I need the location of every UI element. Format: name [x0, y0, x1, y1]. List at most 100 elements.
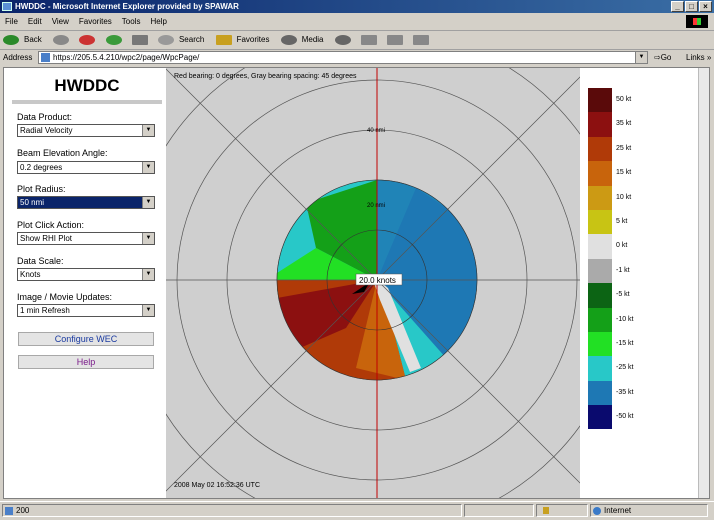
radar-plot[interactable]: 20.0 knots 40 nmi 20 nmi Red bearing: 0 …: [166, 68, 580, 498]
dropdown-arrow-icon: ▼: [142, 197, 154, 208]
menu-help[interactable]: Help: [145, 13, 171, 30]
go-arrow-icon: ⇨: [654, 53, 661, 62]
cursor-label: 20.0 knots: [359, 276, 396, 285]
colorbar-swatch: [588, 88, 612, 113]
search-button[interactable]: Search: [155, 31, 210, 49]
refresh-icon: [105, 34, 122, 45]
stop-icon: [79, 34, 96, 45]
edit-button[interactable]: [410, 31, 434, 49]
colorbar-label: -15 kt: [616, 339, 634, 347]
dropdown-arrow-icon: ▼: [142, 125, 154, 136]
menu-tools[interactable]: Tools: [117, 13, 146, 30]
colorbar-label: -10 kt: [616, 315, 634, 323]
data-scale-select[interactable]: Knots ▼: [17, 268, 155, 281]
status-bar: 200 Internet: [0, 501, 714, 520]
colorbar-label: 5 kt: [616, 217, 628, 225]
colorbar-swatch: [588, 380, 612, 406]
status-security: [536, 504, 588, 517]
search-icon: [157, 34, 174, 45]
menu-favorites[interactable]: Favorites: [74, 13, 117, 30]
radar-display[interactable]: 20.0 knots 40 nmi 20 nmi: [166, 68, 580, 498]
image-updates-label: Image / Movie Updates:: [17, 292, 113, 302]
back-button[interactable]: Back: [0, 31, 48, 49]
menu-view[interactable]: View: [47, 13, 74, 30]
refresh-button[interactable]: [103, 31, 127, 49]
app-title: HWDDC: [54, 76, 120, 95]
beam-elevation-label: Beam Elevation Angle:: [17, 148, 108, 158]
colorbar-swatch: [588, 209, 612, 235]
links-button[interactable]: Links »: [686, 50, 711, 66]
colorbar-swatch: [588, 331, 612, 357]
menu-edit[interactable]: Edit: [23, 13, 47, 30]
help-button[interactable]: Help: [18, 355, 154, 369]
beam-elevation-select[interactable]: 0.2 degrees ▼: [17, 161, 155, 174]
print-button[interactable]: [384, 31, 408, 49]
page-content: HWDDC Data Product: Radial Velocity ▼ Bea…: [3, 67, 710, 499]
home-button[interactable]: [129, 31, 153, 49]
plot-radius-label: Plot Radius:: [17, 184, 66, 194]
maximize-button[interactable]: □: [685, 1, 698, 12]
ring-label-20: 20 nmi: [367, 203, 385, 209]
favorites-button[interactable]: Favorites: [213, 31, 276, 49]
address-input[interactable]: https://205.5.4.210/wpc2/page/WpcPage/ ▼: [38, 51, 648, 64]
mail-icon: [360, 34, 377, 45]
address-url: https://205.5.4.210/wpc2/page/WpcPage/: [53, 53, 200, 62]
data-scale-label: Data Scale:: [17, 256, 64, 266]
close-button[interactable]: ×: [699, 1, 712, 12]
colorbar-label: 50 kt: [616, 96, 632, 103]
colorbar-label: 10 kt: [616, 193, 632, 201]
favorites-icon: [215, 34, 232, 45]
mail-button[interactable]: [358, 31, 382, 49]
colorbar-label: -25 kt: [616, 364, 634, 372]
colorbar-label: -50 kt: [616, 413, 634, 421]
bearing-legend: Red bearing: 0 degrees, Gray bearing spa…: [174, 73, 357, 80]
plot-radius-select[interactable]: 50 nmi ▼: [17, 196, 155, 209]
address-label: Address: [3, 53, 33, 62]
timestamp: 2008 May 02 16:52:36 UTC: [174, 482, 260, 489]
data-product-label: Data Product:: [17, 112, 73, 122]
configure-wec-button[interactable]: Configure WEC: [18, 332, 154, 346]
history-button[interactable]: [332, 31, 356, 49]
status-progress: [464, 504, 534, 517]
stop-button[interactable]: [76, 31, 100, 49]
title-divider: [12, 100, 162, 104]
window-title-bar: HWDDC - Microsoft Internet Explorer prov…: [0, 0, 714, 13]
dropdown-arrow-icon: ▼: [142, 269, 154, 280]
plot-click-action-select[interactable]: Show RHI Plot ▼: [17, 232, 155, 245]
windows-logo-icon: [686, 15, 708, 28]
dropdown-arrow-icon: ▼: [142, 233, 154, 244]
back-arrow-icon: [3, 34, 19, 45]
home-icon: [131, 34, 148, 45]
colorbar-swatch: [588, 136, 612, 162]
forward-button[interactable]: [50, 31, 74, 49]
media-icon: [280, 34, 297, 45]
minimize-button[interactable]: _: [671, 1, 684, 12]
forward-arrow-icon: [53, 34, 70, 45]
colorbar-swatch: [588, 307, 612, 332]
colorbar-swatch: [588, 356, 612, 381]
plot-click-action-label: Plot Click Action:: [17, 220, 85, 230]
colorbar-label: -1 kt: [616, 266, 630, 274]
control-panel: HWDDC Data Product: Radial Velocity ▼ Bea…: [4, 68, 166, 498]
window-title: HWDDC - Microsoft Internet Explorer prov…: [15, 2, 239, 11]
address-bar: Address https://205.5.4.210/wpc2/page/Wp…: [0, 50, 714, 66]
status-page-icon: [5, 506, 13, 515]
globe-icon: [593, 506, 601, 515]
status-text: 200: [2, 504, 462, 517]
colorbar-swatch: [588, 185, 612, 210]
image-updates-select[interactable]: 1 min Refresh ▼: [17, 304, 155, 317]
print-icon: [387, 34, 404, 45]
page-icon: [41, 53, 50, 62]
data-product-select[interactable]: Radial Velocity ▼: [17, 124, 155, 137]
menu-bar: File Edit View Favorites Tools Help: [0, 13, 714, 31]
colorbar-label: -5 kt: [616, 291, 630, 299]
address-dropdown-icon[interactable]: ▼: [635, 52, 647, 63]
lock-icon: [543, 507, 549, 515]
vertical-scrollbar[interactable]: [698, 68, 709, 498]
edit-icon: [413, 34, 430, 45]
dropdown-arrow-icon: ▼: [142, 162, 154, 173]
colorbar-swatch: [588, 258, 612, 284]
go-button[interactable]: ⇨Go: [654, 50, 671, 66]
media-button[interactable]: Media: [278, 31, 330, 49]
menu-file[interactable]: File: [0, 13, 23, 30]
